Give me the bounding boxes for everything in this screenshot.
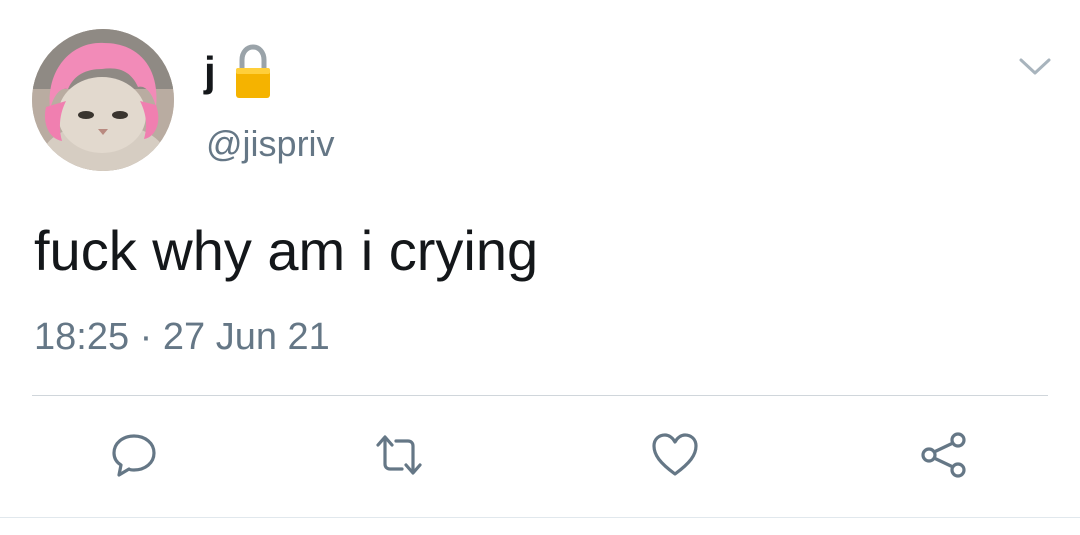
chevron-down-icon[interactable] — [1018, 56, 1052, 78]
bottom-divider — [0, 517, 1080, 518]
user-handle[interactable]: @jispriv — [206, 122, 335, 166]
avatar[interactable] — [32, 29, 174, 171]
tweet-timestamp: 18:25 · 27 Jun 21 — [34, 314, 330, 360]
tweet-text: fuck why am i crying — [34, 219, 539, 282]
divider — [32, 395, 1048, 396]
like-button[interactable] — [648, 428, 702, 482]
tweet-time[interactable]: 18:25 — [34, 316, 129, 358]
heart-icon — [652, 433, 698, 476]
share-icon — [921, 432, 966, 478]
lock-icon — [234, 44, 272, 100]
reply-button[interactable] — [107, 428, 161, 482]
meta-separator: · — [139, 316, 153, 358]
retweet-button[interactable] — [372, 428, 426, 482]
share-button[interactable] — [917, 428, 971, 482]
reply-icon — [112, 434, 156, 477]
retweet-icon — [376, 435, 422, 475]
tweet-date[interactable]: 27 Jun 21 — [163, 316, 330, 358]
display-name[interactable]: j — [204, 46, 216, 98]
cat-wig-avatar-image — [32, 29, 174, 171]
